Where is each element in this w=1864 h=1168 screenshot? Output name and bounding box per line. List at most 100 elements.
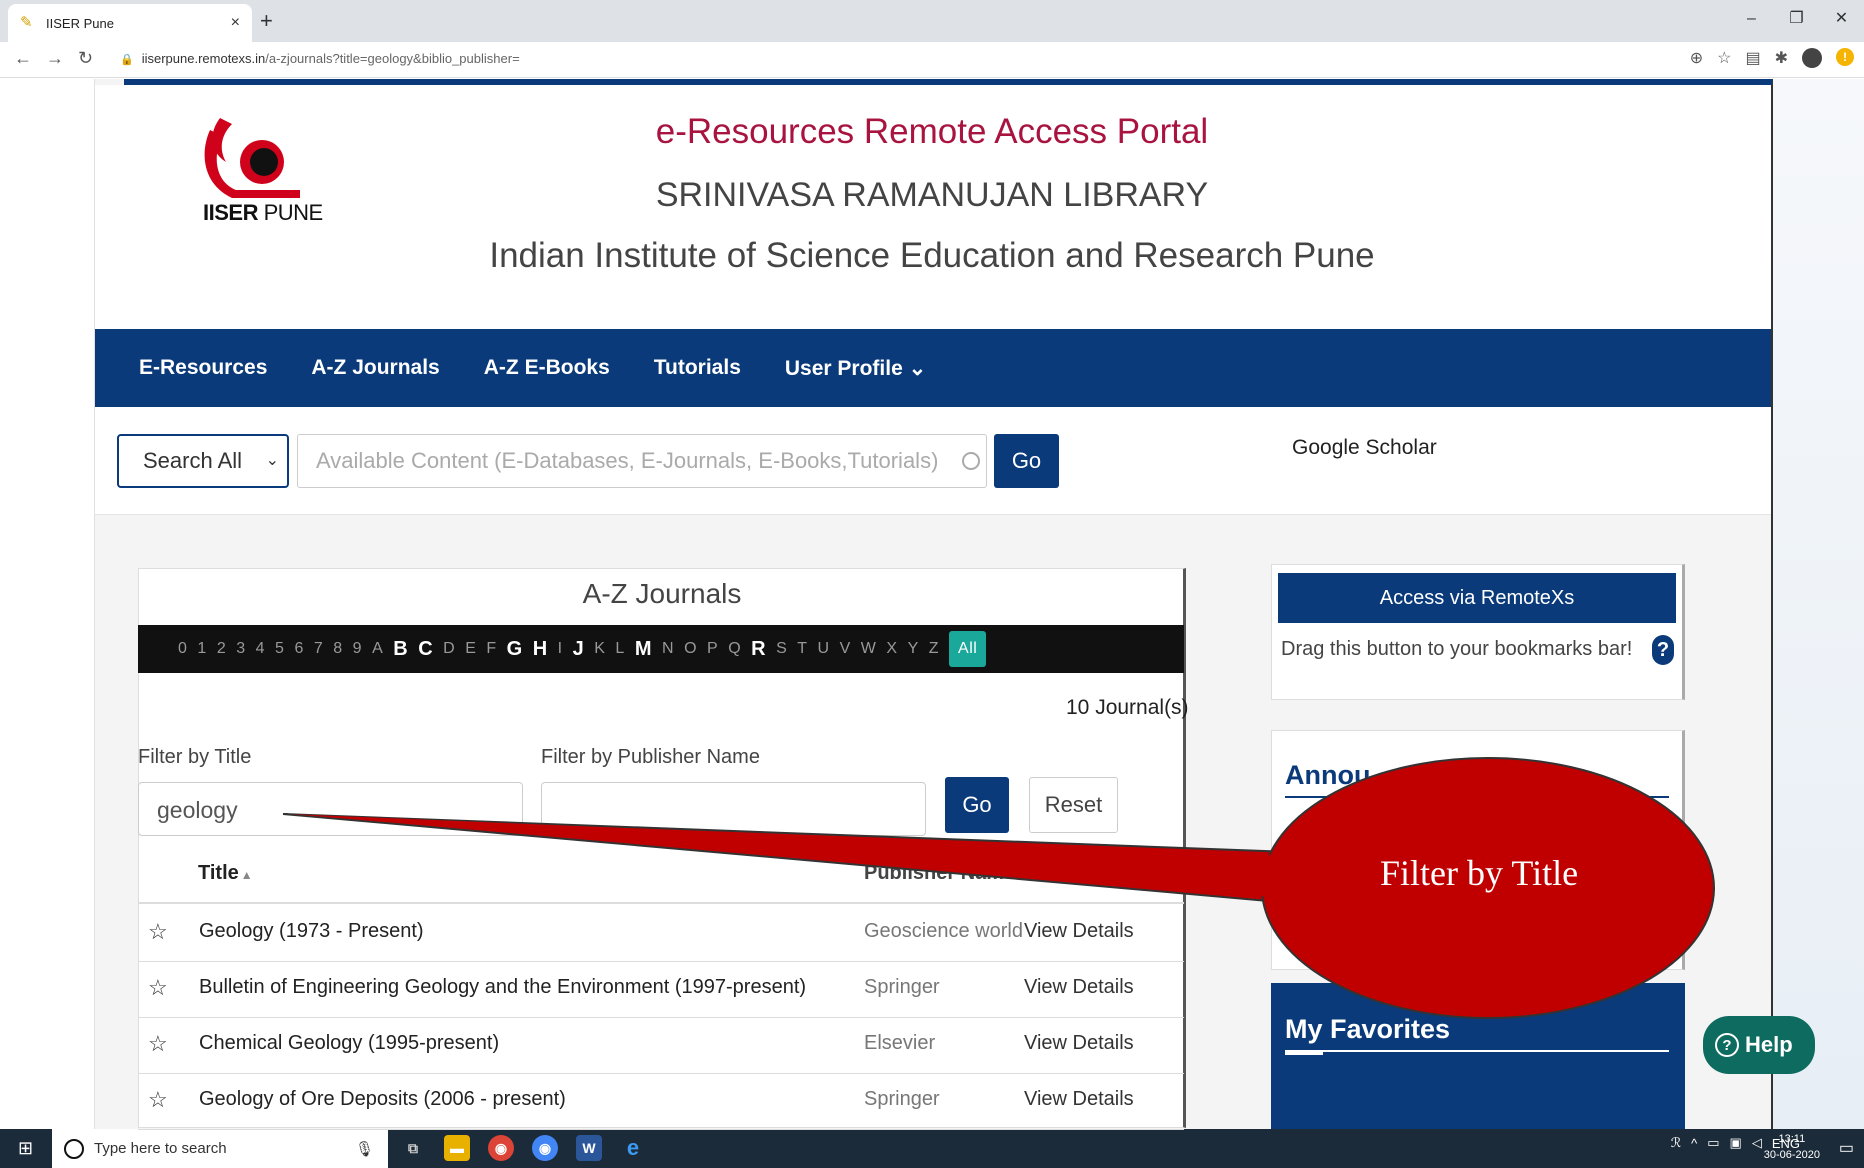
filter-title-input[interactable]: geology (138, 782, 523, 836)
profile-avatar[interactable] (1802, 48, 1822, 68)
nav-item-user-profile[interactable]: User Profile ⌄ (785, 356, 926, 381)
view-details-link[interactable]: View Details (1024, 1088, 1134, 1111)
taskbar-search-placeholder: Type here to search (94, 1140, 227, 1157)
letter-filter-a[interactable]: A (372, 640, 383, 658)
filter-publisher-input[interactable] (541, 782, 926, 836)
url-field[interactable]: 🔒 iiserpune.remotexs.in/a-zjournals?title… (120, 47, 520, 72)
letter-filter-r[interactable]: R (751, 638, 766, 661)
letter-filter-z[interactable]: Z (929, 640, 939, 658)
letter-filter-o[interactable]: O (684, 640, 697, 658)
chrome-icon[interactable]: ◉ (488, 1135, 514, 1161)
view-details-link[interactable]: View Details (1024, 920, 1134, 943)
close-window-button[interactable]: ✕ (1819, 0, 1864, 38)
letter-filter-p[interactable]: P (707, 640, 718, 658)
letter-filter-1[interactable]: 1 (197, 640, 206, 658)
taskbar-search[interactable]: Type here to search 🎙 (52, 1129, 388, 1168)
letter-filter-v[interactable]: V (840, 640, 851, 658)
letter-filter-5[interactable]: 5 (275, 640, 284, 658)
bookmark-star-icon[interactable]: ☆ (1717, 48, 1731, 68)
help-button[interactable]: ? Help (1703, 1016, 1815, 1074)
letter-filter-q[interactable]: Q (728, 640, 741, 658)
notification-icon[interactable]: ▭ (1839, 1138, 1854, 1158)
volume-icon[interactable]: ◁ (1752, 1135, 1762, 1151)
task-view-icon[interactable]: ⧉ (400, 1135, 426, 1161)
letter-filter-all[interactable]: All (949, 631, 987, 667)
file-explorer-icon[interactable]: ▬ (444, 1135, 470, 1161)
tab-close-icon[interactable]: × (231, 14, 240, 32)
letter-filter-h[interactable]: H (533, 638, 548, 661)
battery-icon[interactable]: ▣ (1730, 1135, 1742, 1151)
letter-filter-y[interactable]: Y (908, 640, 919, 658)
letter-filter-j[interactable]: J (573, 638, 585, 661)
nav-item-eresources[interactable]: E-Resources (139, 356, 267, 380)
update-warning-icon[interactable]: ! (1836, 48, 1854, 66)
letter-filter-e[interactable]: E (465, 640, 476, 658)
reload-icon[interactable]: ↻ (78, 48, 93, 69)
minimize-button[interactable]: – (1729, 0, 1774, 38)
chrome-alt-icon[interactable]: ◉ (532, 1135, 558, 1161)
restore-button[interactable]: ❐ (1774, 0, 1819, 38)
people-icon[interactable]: ℛ (1671, 1135, 1681, 1151)
network-icon[interactable]: ▭ (1707, 1135, 1719, 1151)
letter-filter-9[interactable]: 9 (353, 640, 362, 658)
letter-filter-g[interactable]: G (507, 638, 523, 661)
letter-filter-x[interactable]: X (886, 640, 897, 658)
letter-filter-2[interactable]: 2 (217, 640, 226, 658)
filter-reset-button[interactable]: Reset (1029, 777, 1118, 833)
letter-filter-6[interactable]: 6 (294, 640, 303, 658)
column-publisher-header[interactable]: Publisher Name (864, 862, 1015, 885)
filter-go-button[interactable]: Go (945, 777, 1009, 833)
letter-filter-m[interactable]: M (635, 638, 652, 661)
nav-item-az-ebooks[interactable]: A-Z E-Books (484, 356, 610, 380)
google-scholar-link[interactable]: Google Scholar (1292, 436, 1437, 460)
journal-title[interactable]: Bulletin of Engineering Geology and the … (199, 976, 806, 999)
search-input[interactable]: Available Content (E-Databases, E-Journa… (297, 434, 987, 488)
search-go-button[interactable]: Go (994, 434, 1059, 488)
clock[interactable]: 13:11 30-06-2020 (1764, 1131, 1820, 1163)
favorite-star-icon[interactable]: ☆ (148, 919, 168, 945)
letter-filter-l[interactable]: L (615, 640, 624, 658)
forward-icon[interactable]: → (46, 48, 64, 69)
journal-title[interactable]: Chemical Geology (1995-present) (199, 1032, 499, 1055)
search-scope-select[interactable]: Search All ⌄ (117, 434, 289, 488)
nav-item-az-journals[interactable]: A-Z Journals (311, 356, 439, 380)
letter-filter-0[interactable]: 0 (178, 640, 187, 658)
letter-filter-8[interactable]: 8 (333, 640, 342, 658)
letter-filter-s[interactable]: S (776, 640, 787, 658)
letter-filter-3[interactable]: 3 (236, 640, 245, 658)
mic-icon[interactable]: 🎙 (355, 1140, 374, 1158)
letter-filter-i[interactable]: I (558, 640, 563, 658)
new-tab-button[interactable]: + (260, 8, 273, 34)
journal-title[interactable]: Geology (1973 - Present) (199, 920, 424, 943)
letter-filter-d[interactable]: D (443, 640, 455, 658)
view-details-link[interactable]: View Details (1024, 976, 1134, 999)
letter-filter-4[interactable]: 4 (256, 640, 265, 658)
letter-filter-n[interactable]: N (662, 640, 674, 658)
browser-tab[interactable]: ✎ IISER Pune × (8, 4, 252, 42)
letter-filter-w[interactable]: W (861, 640, 877, 658)
letter-filter-7[interactable]: 7 (314, 640, 323, 658)
letter-filter-b[interactable]: B (393, 638, 408, 661)
extensions-icon[interactable]: ✱ (1775, 48, 1788, 68)
letter-filter-k[interactable]: K (594, 640, 605, 658)
tray-chevron-icon[interactable]: ^ (1691, 1136, 1697, 1151)
access-remotexs-button[interactable]: Access via RemoteXs (1278, 573, 1676, 623)
letter-filter-c[interactable]: C (418, 638, 433, 661)
column-title-header[interactable]: Title ▲ (198, 862, 253, 885)
zoom-icon[interactable]: ⊕ (1690, 48, 1703, 68)
question-icon[interactable]: ? (1652, 635, 1674, 665)
nav-item-tutorials[interactable]: Tutorials (654, 356, 741, 380)
windows-start-icon[interactable]: ⊞ (18, 1138, 33, 1159)
word-icon[interactable]: W (576, 1135, 602, 1161)
letter-filter-f[interactable]: F (486, 640, 496, 658)
edge-icon[interactable]: e (620, 1135, 646, 1161)
reader-icon[interactable]: ▤ (1745, 48, 1760, 68)
view-details-link[interactable]: View Details (1024, 1032, 1134, 1055)
favorite-star-icon[interactable]: ☆ (148, 975, 168, 1001)
letter-filter-u[interactable]: U (818, 640, 830, 658)
favorite-star-icon[interactable]: ☆ (148, 1087, 168, 1113)
favorite-star-icon[interactable]: ☆ (148, 1031, 168, 1057)
letter-filter-t[interactable]: T (797, 640, 807, 658)
journal-title[interactable]: Geology of Ore Deposits (2006 - present) (199, 1088, 566, 1111)
back-icon[interactable]: ← (14, 48, 32, 69)
